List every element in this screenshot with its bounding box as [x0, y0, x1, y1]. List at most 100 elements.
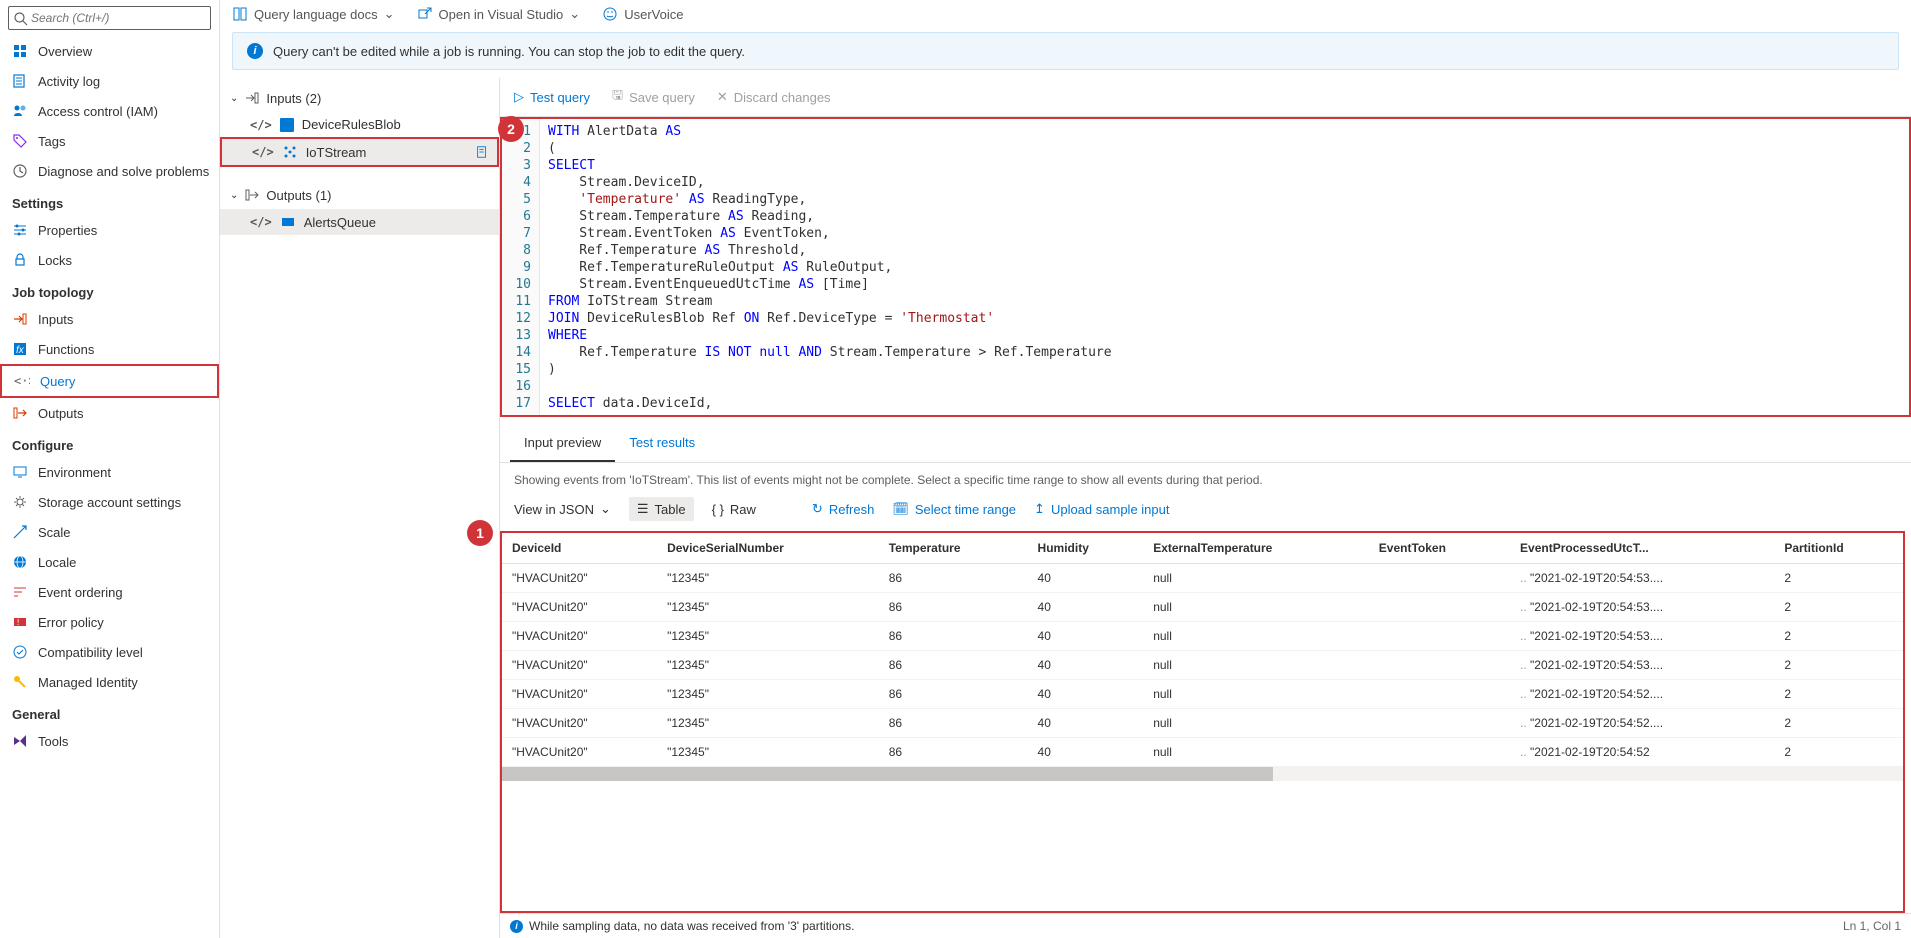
- nav-tools[interactable]: Tools: [0, 726, 219, 756]
- tree-inputs-header[interactable]: ⌄Inputs (2): [220, 84, 499, 112]
- nav-functions[interactable]: fxFunctions: [0, 334, 219, 364]
- nav-query[interactable]: <·>Query: [0, 364, 219, 398]
- nav-scale[interactable]: Scale: [0, 517, 219, 547]
- table-row[interactable]: "HVACUnit20""12345"8640null.. "2021-02-1…: [502, 709, 1903, 738]
- col-header[interactable]: DeviceSerialNumber: [657, 533, 879, 564]
- nav-tags[interactable]: Tags: [0, 126, 219, 156]
- nav-storage[interactable]: Storage account settings: [0, 487, 219, 517]
- scale-icon: [12, 524, 28, 540]
- overview-icon: [12, 43, 28, 59]
- globe-icon: [12, 554, 28, 570]
- table-row[interactable]: "HVACUnit20""12345"8640null.. "2021-02-1…: [502, 680, 1903, 709]
- table-row[interactable]: "HVACUnit20""12345"8640null.. "2021-02-1…: [502, 651, 1903, 680]
- tree-item-devicerules[interactable]: </>DeviceRulesBlob: [220, 112, 499, 137]
- tree-item-alertsqueue[interactable]: </>AlertsQueue: [220, 209, 499, 235]
- table-cell: 2: [1774, 738, 1903, 767]
- result-tabs: Input preview Test results: [500, 425, 1911, 463]
- save-query-button: 🖫Save query: [612, 86, 695, 108]
- search-icon: [13, 11, 29, 27]
- view-table-button[interactable]: ☰Table: [629, 497, 694, 521]
- table-cell: .. "2021-02-19T20:54:53....: [1510, 622, 1774, 651]
- table-cell: 40: [1028, 593, 1144, 622]
- table-cell: 2: [1774, 680, 1903, 709]
- nav-outputs[interactable]: Outputs: [0, 398, 219, 428]
- nav-inputs[interactable]: Inputs: [0, 304, 219, 334]
- table-row[interactable]: "HVACUnit20""12345"8640null.. "2021-02-1…: [502, 564, 1903, 593]
- nav-diagnose[interactable]: Diagnose and solve problems: [0, 156, 219, 186]
- error-icon: !: [12, 614, 28, 630]
- query-editor[interactable]: 1234567891011121314151617 WITH AlertData…: [500, 117, 1911, 417]
- nav-label: Tools: [38, 734, 68, 749]
- upload-icon: ↥: [1034, 501, 1045, 517]
- env-icon: [12, 464, 28, 480]
- table-row[interactable]: "HVACUnit20""12345"8640null.. "2021-02-1…: [502, 738, 1903, 767]
- nav-properties[interactable]: Properties: [0, 215, 219, 245]
- outputs-icon: [12, 405, 28, 421]
- svg-text:!: !: [17, 618, 19, 627]
- col-header[interactable]: DeviceId: [502, 533, 657, 564]
- open-vs-link[interactable]: Open in Visual Studio ⌄: [417, 6, 581, 22]
- nav-event-ordering[interactable]: Event ordering: [0, 577, 219, 607]
- table-cell: .. "2021-02-19T20:54:52: [1510, 738, 1774, 767]
- tree-item-iotstream[interactable]: </>IoTStream: [220, 137, 499, 167]
- nav-compatibility[interactable]: Compatibility level: [0, 637, 219, 667]
- col-header[interactable]: EventToken: [1369, 533, 1510, 564]
- sidebar: « Overview Activity log Access control (…: [0, 0, 220, 938]
- table-cell: .. "2021-02-19T20:54:53....: [1510, 651, 1774, 680]
- table-cell: null: [1143, 593, 1369, 622]
- content-split: ⌄Inputs (2) </>DeviceRulesBlob </>IoTStr…: [220, 78, 1911, 938]
- close-icon: ✕: [717, 89, 728, 105]
- col-header[interactable]: PartitionId: [1774, 533, 1903, 564]
- table-cell: null: [1143, 622, 1369, 651]
- view-json-button[interactable]: View in JSON ⌄: [514, 501, 611, 517]
- table-cell: "HVACUnit20": [502, 564, 657, 593]
- ql-docs-link[interactable]: Query language docs ⌄: [232, 6, 395, 22]
- nav-managed-identity[interactable]: Managed Identity: [0, 667, 219, 697]
- table-cell: "12345": [657, 564, 879, 593]
- gear-icon: [12, 494, 28, 510]
- blob-icon: [280, 118, 294, 132]
- col-header[interactable]: ExternalTemperature: [1143, 533, 1369, 564]
- input-group-icon: [244, 90, 260, 106]
- vs-icon: [12, 733, 28, 749]
- view-raw-button[interactable]: { }Raw: [712, 502, 756, 517]
- stream-icon: [282, 144, 298, 160]
- document-icon: [475, 145, 489, 159]
- select-time-button[interactable]: 🗓Select time range: [892, 501, 1016, 517]
- svg-text:<·>: <·>: [14, 374, 30, 388]
- horizontal-scrollbar[interactable]: [502, 767, 1903, 781]
- nav-environment[interactable]: Environment: [0, 457, 219, 487]
- col-header[interactable]: Humidity: [1028, 533, 1144, 564]
- table-cell: .. "2021-02-19T20:54:53....: [1510, 593, 1774, 622]
- search-input[interactable]: [8, 6, 211, 30]
- refresh-button[interactable]: ↻Refresh: [812, 501, 874, 517]
- external-icon: [417, 6, 433, 22]
- line-gutter: 1234567891011121314151617: [502, 119, 540, 415]
- nav-overview[interactable]: Overview: [0, 36, 219, 66]
- nav-activity-log[interactable]: Activity log: [0, 66, 219, 96]
- functions-icon: fx: [12, 341, 28, 357]
- nav-error-policy[interactable]: !Error policy: [0, 607, 219, 637]
- nav-iam[interactable]: Access control (IAM): [0, 96, 219, 126]
- table-icon: ☰: [637, 501, 649, 517]
- tree-outputs-header[interactable]: ⌄Outputs (1): [220, 181, 499, 209]
- upload-sample-button[interactable]: ↥Upload sample input: [1034, 501, 1169, 517]
- table-row[interactable]: "HVACUnit20""12345"8640null.. "2021-02-1…: [502, 622, 1903, 651]
- info-icon: i: [510, 920, 523, 933]
- table-cell: [1369, 680, 1510, 709]
- section-job-topology: Job topology: [0, 275, 219, 304]
- nav-locks[interactable]: Locks: [0, 245, 219, 275]
- annotation-badge-1: 1: [467, 520, 493, 546]
- code-area[interactable]: WITH AlertData AS(SELECT Stream.DeviceID…: [540, 119, 1909, 415]
- col-header[interactable]: EventProcessedUtcT...: [1510, 533, 1774, 564]
- uservoice-link[interactable]: UserVoice: [602, 6, 683, 22]
- tab-input-preview[interactable]: Input preview: [510, 425, 615, 462]
- nav-locale[interactable]: Locale: [0, 547, 219, 577]
- table-row[interactable]: "HVACUnit20""12345"8640null.. "2021-02-1…: [502, 593, 1903, 622]
- table-cell: 86: [879, 738, 1028, 767]
- results-table-wrap: DeviceIdDeviceSerialNumberTemperatureHum…: [500, 531, 1905, 913]
- col-header[interactable]: Temperature: [879, 533, 1028, 564]
- table-cell: 86: [879, 622, 1028, 651]
- test-query-button[interactable]: ▷Test query: [514, 89, 590, 105]
- tab-test-results[interactable]: Test results: [615, 425, 709, 462]
